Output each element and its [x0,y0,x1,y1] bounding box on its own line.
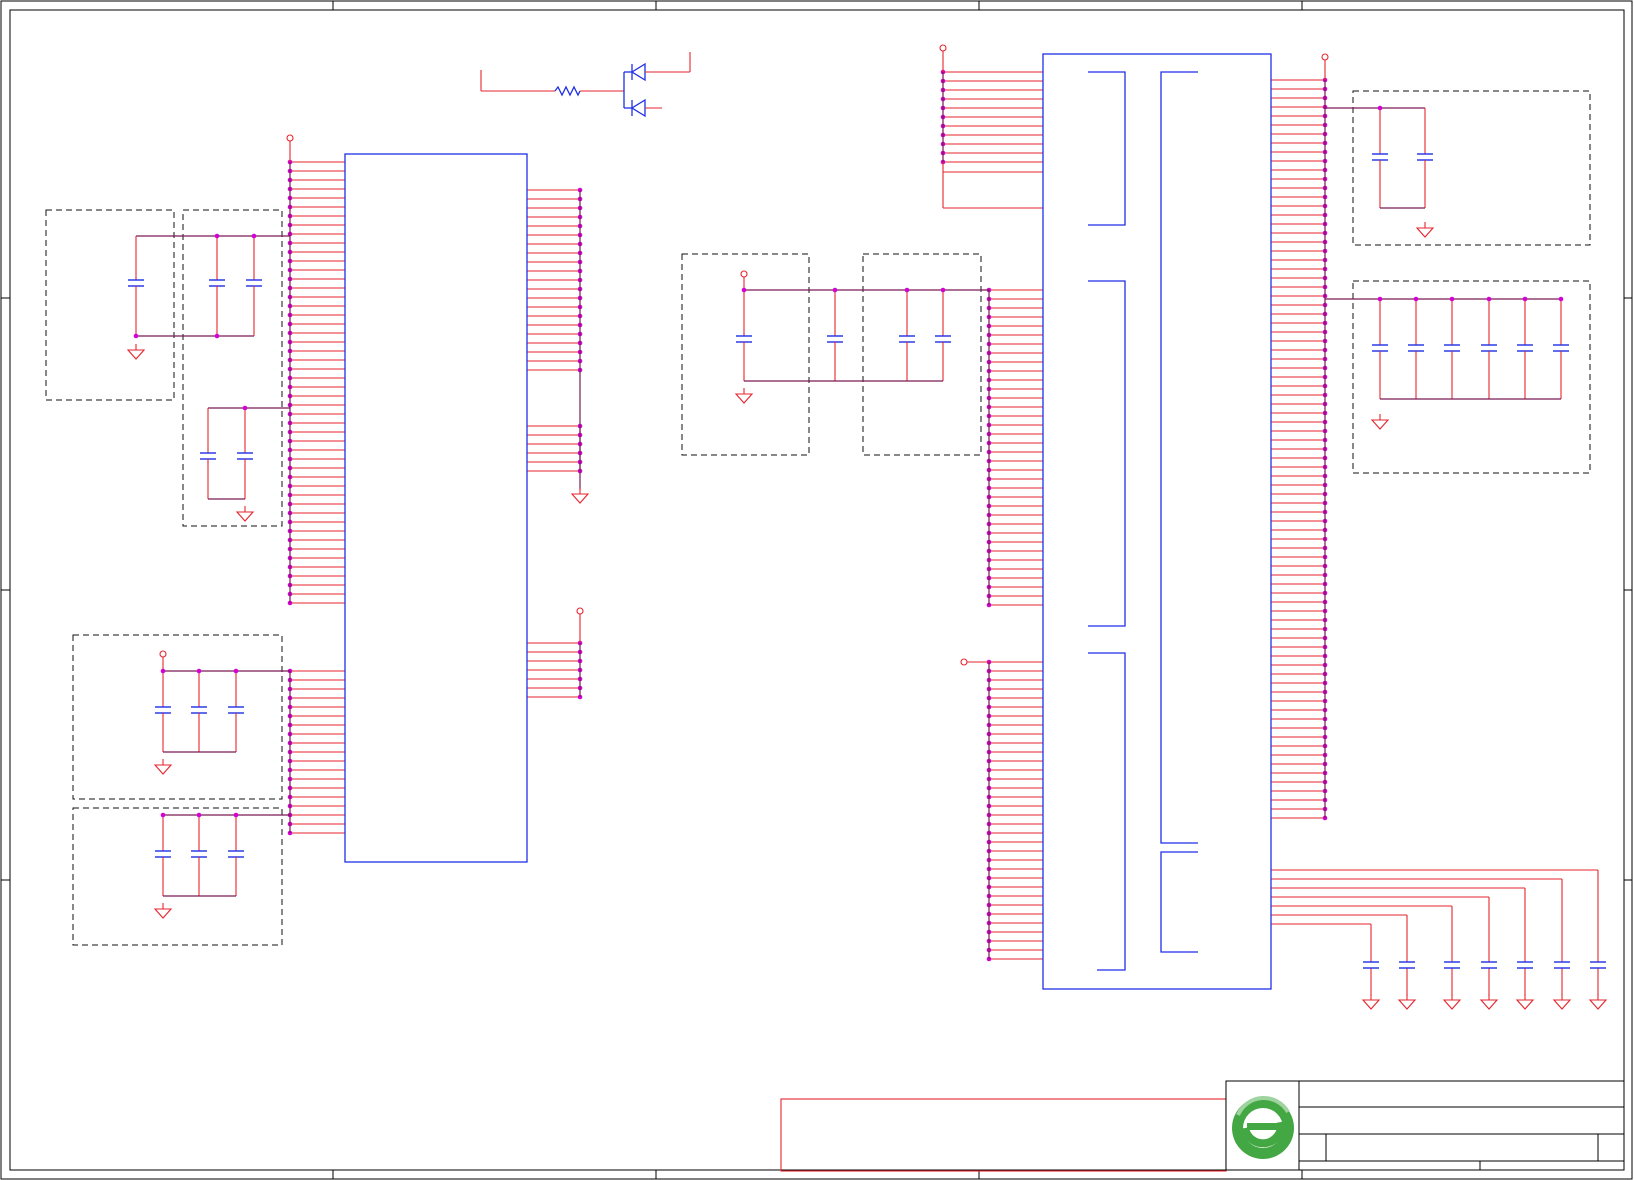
junction-dot [133,333,139,339]
junction-dot [196,668,202,674]
schematic-sheet [0,0,1634,1180]
cap-group-mid-2 [862,253,982,456]
capacitor-symbol [1553,344,1569,352]
title-block [780,1080,1625,1172]
ground-symbol [235,506,255,522]
input-protection-network [480,52,691,118]
green-e-logo-icon [1232,1096,1294,1159]
ground-symbol [570,488,590,504]
junction-dot [160,812,166,818]
title-block-notes-area [780,1098,1227,1172]
capacitor-symbol [228,706,244,714]
capacitor-symbol [827,335,843,343]
resistor-symbol [554,85,581,97]
ground-symbol [1515,994,1535,1010]
capacitor-symbol [1444,961,1460,969]
ground-symbol [1479,994,1499,1010]
power-port-symbol [286,134,294,142]
capacitor-symbol [1372,344,1388,352]
ground-symbol [1588,994,1608,1010]
ground-symbol [734,388,754,404]
right-integrated-circuit[interactable] [1042,53,1272,990]
capacitor-symbol [1417,153,1433,161]
capacitor-symbol [200,452,216,460]
capacitor-symbol [155,850,171,858]
capacitor-symbol [128,279,144,287]
junction-dot [251,233,257,239]
capacitor-symbol [1517,344,1533,352]
ground-symbol [1361,994,1381,1010]
ground-symbol [126,344,146,360]
drawing-frame [0,0,1633,1180]
capacitor-symbol [1399,961,1415,969]
junction-dot [741,287,747,293]
power-port-symbol [159,650,167,658]
junction-dot [242,405,248,411]
ground-symbol [1415,222,1435,238]
ground-symbol [153,903,173,919]
junction-dot [233,668,239,674]
ground-symbol [1552,994,1572,1010]
cap-group-left-2 [182,209,283,527]
junction-dot [214,333,220,339]
junction-dot [1522,296,1528,302]
capacitor-symbol [1517,961,1533,969]
junction-dot [832,287,838,293]
capacitor-symbol [155,706,171,714]
capacitor-symbol [246,279,262,287]
cap-group-left-4 [72,807,283,946]
capacitor-symbol [1408,344,1424,352]
capacitor-symbol [1481,961,1497,969]
junction-dot [904,287,910,293]
junction-dot [1558,296,1564,302]
junction-dot [1413,296,1419,302]
decoupling-group-outlines [45,90,1591,946]
ground-symbol [153,759,173,775]
junction-dot [196,812,202,818]
junction-dot [1377,296,1383,302]
junction-dot [1486,296,1492,302]
power-port-symbol [939,44,947,52]
ground-symbol [1442,994,1462,1010]
capacitor-symbol [237,452,253,460]
capacitor-symbol [191,850,207,858]
junction-dot [233,812,239,818]
junction-dot [940,287,946,293]
junction-dot [1449,296,1455,302]
capacitor-symbol [1372,153,1388,161]
junction-dot [214,233,220,239]
capacitor-symbol [1590,961,1606,969]
power-port-symbol [960,658,968,666]
diode-lower-symbol [630,98,646,118]
capacitor-symbol [1444,344,1460,352]
capacitor-symbol [899,335,915,343]
ground-symbol [1397,994,1417,1010]
cap-group-left-3 [72,634,283,800]
capacitor-symbol [935,335,951,343]
cap-group-right-1 [1352,90,1591,246]
junction-dot [1377,105,1383,111]
power-port-symbol [1321,53,1329,61]
cap-group-mid-1 [681,253,810,456]
schematic-canvas [0,0,1633,1180]
capacitor-symbol [736,335,752,343]
capacitor-symbol [1554,961,1570,969]
junction-dot [160,668,166,674]
ground-symbol [1370,414,1390,430]
power-port-symbol [740,270,748,278]
left-integrated-circuit[interactable] [344,153,528,863]
diode-upper-symbol [630,62,646,82]
capacitor-symbol [1363,961,1379,969]
capacitor-symbol [209,279,225,287]
capacitor-symbol [191,706,207,714]
cap-group-left-1 [45,209,175,401]
cap-group-right-2 [1352,280,1591,474]
power-port-symbol [576,607,584,615]
capacitor-symbol [1481,344,1497,352]
capacitor-symbol [228,850,244,858]
